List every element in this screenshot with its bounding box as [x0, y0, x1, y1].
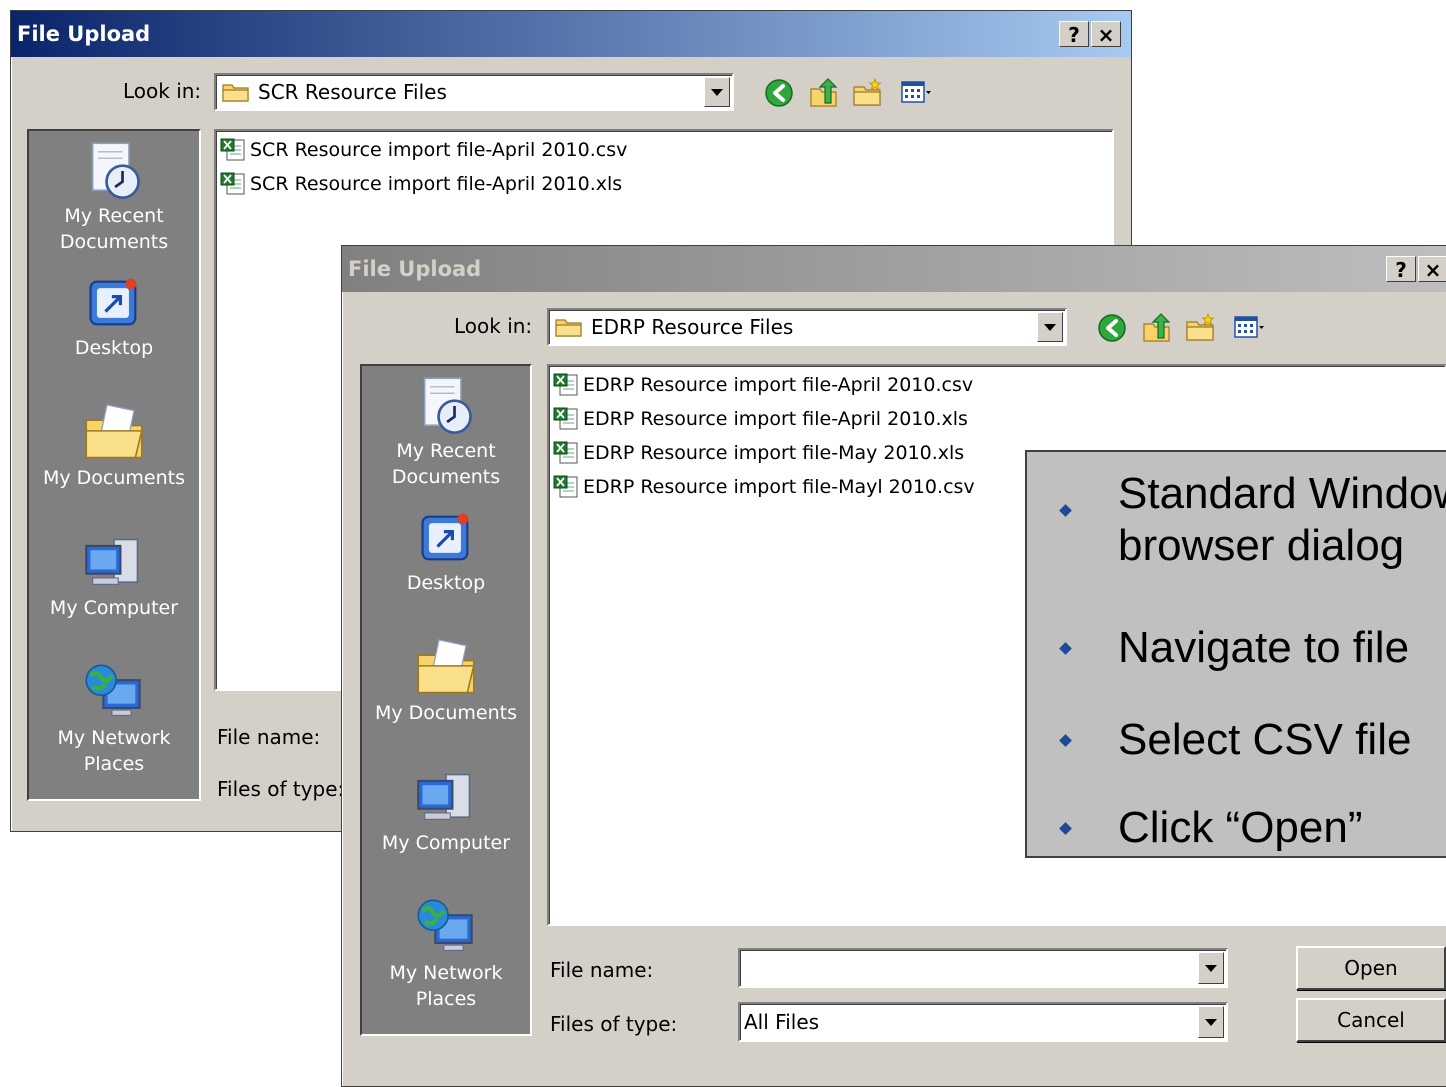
diamond-bullet-icon — [1059, 504, 1072, 517]
back-place-my-computer[interactable]: My Computer — [29, 531, 199, 621]
front-file-name-label: File name: — [550, 958, 654, 982]
back-place-desktop[interactable]: Desktop — [29, 271, 199, 361]
back-place-recent[interactable]: My Recent Documents — [29, 139, 199, 255]
file-list-item[interactable]: SCR Resource import file-April 2010.xls — [220, 169, 622, 199]
diamond-bullet-icon — [1059, 642, 1072, 655]
instructions-callout: Standard Windows file browser dialog Nav… — [1025, 450, 1446, 858]
back-file-name-label: File name: — [217, 725, 321, 749]
my-documents-icon — [82, 401, 146, 465]
back-place-my-documents-label: My Documents — [42, 467, 185, 489]
files-of-type-value: All Files — [744, 1010, 820, 1034]
front-dialog-close-button[interactable]: × — [1418, 256, 1446, 282]
chevron-down-icon[interactable] — [1198, 952, 1224, 984]
recent-documents-icon — [414, 374, 478, 438]
file-list-item[interactable]: EDRP Resource import file-Mayl 2010.csv — [553, 472, 975, 502]
diamond-bullet-icon — [1059, 822, 1072, 835]
excel-xls-icon — [553, 441, 579, 465]
file-name-input[interactable] — [738, 948, 1228, 988]
excel-csv-icon — [553, 475, 579, 499]
back-place-desktop-label: Desktop — [74, 337, 154, 359]
excel-csv-icon — [220, 138, 246, 162]
back-look-in-combo[interactable]: SCR Resource Files — [214, 73, 734, 111]
excel-csv-icon — [553, 373, 579, 397]
front-files-of-type-label: Files of type: — [550, 1012, 678, 1036]
cancel-button[interactable]: Cancel — [1296, 998, 1446, 1042]
front-place-my-documents[interactable]: My Documents — [362, 636, 530, 726]
front-place-my-computer-label: My Computer — [381, 832, 511, 854]
my-computer-icon — [414, 766, 478, 830]
recent-documents-icon — [82, 139, 146, 203]
desktop-icon — [82, 271, 146, 335]
front-places-bar: My Recent Documents Desktop My Documents… — [360, 364, 532, 1036]
front-dialog-help-button[interactable]: ? — [1386, 256, 1416, 282]
back-place-network[interactable]: My Network Places — [29, 661, 199, 777]
my-computer-icon — [82, 531, 146, 595]
desktop-icon — [414, 506, 478, 570]
front-look-in-combo[interactable]: EDRP Resource Files — [547, 308, 1067, 346]
folder-icon — [555, 317, 583, 337]
back-files-of-type-label: Files of type: — [217, 777, 345, 801]
new-folder-icon[interactable] — [1184, 312, 1216, 344]
front-place-recent[interactable]: My Recent Documents — [362, 374, 530, 490]
back-places-bar: My Recent Documents Desktop My Documents… — [27, 129, 201, 801]
back-arrow-icon[interactable] — [763, 77, 795, 109]
files-of-type-select[interactable]: All Files — [738, 1002, 1228, 1042]
file-list-item[interactable]: SCR Resource import file-April 2010.csv — [220, 135, 627, 165]
file-list-item[interactable]: EDRP Resource import file-May 2010.xls — [553, 438, 964, 468]
up-folder-icon[interactable] — [807, 77, 839, 109]
back-dialog-help-button[interactable]: ? — [1059, 21, 1089, 47]
chevron-down-icon[interactable] — [1037, 312, 1063, 342]
front-place-network[interactable]: My Network Places — [362, 896, 530, 1012]
front-place-desktop[interactable]: Desktop — [362, 506, 530, 596]
excel-xls-icon — [553, 407, 579, 431]
back-place-my-documents[interactable]: My Documents — [29, 401, 199, 491]
folder-icon — [222, 82, 250, 102]
back-dialog-close-button[interactable]: × — [1091, 21, 1121, 47]
chevron-down-icon[interactable] — [704, 77, 730, 107]
back-dialog-titlebar[interactable]: File Upload ? × — [11, 11, 1131, 57]
back-place-recent-label: My Recent Documents — [59, 205, 169, 253]
front-place-my-computer[interactable]: My Computer — [362, 766, 530, 856]
new-folder-icon[interactable] — [851, 77, 883, 109]
network-places-icon — [414, 896, 478, 960]
views-menu-icon[interactable] — [895, 77, 937, 109]
back-place-my-computer-label: My Computer — [49, 597, 179, 619]
front-look-in-value: EDRP Resource Files — [591, 315, 794, 339]
back-look-in-value: SCR Resource Files — [258, 80, 447, 104]
back-place-network-label: My Network Places — [57, 727, 171, 775]
my-documents-icon — [414, 636, 478, 700]
front-place-my-documents-label: My Documents — [374, 702, 517, 724]
back-dialog-title: File Upload — [17, 22, 151, 46]
views-menu-icon[interactable] — [1228, 312, 1270, 344]
open-button[interactable]: Open — [1296, 946, 1446, 990]
network-places-icon — [82, 661, 146, 725]
up-folder-icon[interactable] — [1140, 312, 1172, 344]
excel-xls-icon — [220, 172, 246, 196]
back-arrow-icon[interactable] — [1096, 312, 1128, 344]
front-look-in-label: Look in: — [454, 314, 533, 338]
front-place-network-label: My Network Places — [389, 962, 503, 1010]
front-dialog-titlebar[interactable]: File Upload ? × — [342, 246, 1446, 292]
diamond-bullet-icon — [1059, 734, 1072, 747]
front-place-recent-label: My Recent Documents — [391, 440, 501, 488]
back-look-in-label: Look in: — [123, 79, 202, 103]
file-list-item[interactable]: EDRP Resource import file-April 2010.xls — [553, 404, 968, 434]
chevron-down-icon[interactable] — [1198, 1006, 1224, 1038]
front-place-desktop-label: Desktop — [406, 572, 486, 594]
file-list-item[interactable]: EDRP Resource import file-April 2010.csv — [553, 370, 973, 400]
front-dialog-title: File Upload — [348, 257, 482, 281]
